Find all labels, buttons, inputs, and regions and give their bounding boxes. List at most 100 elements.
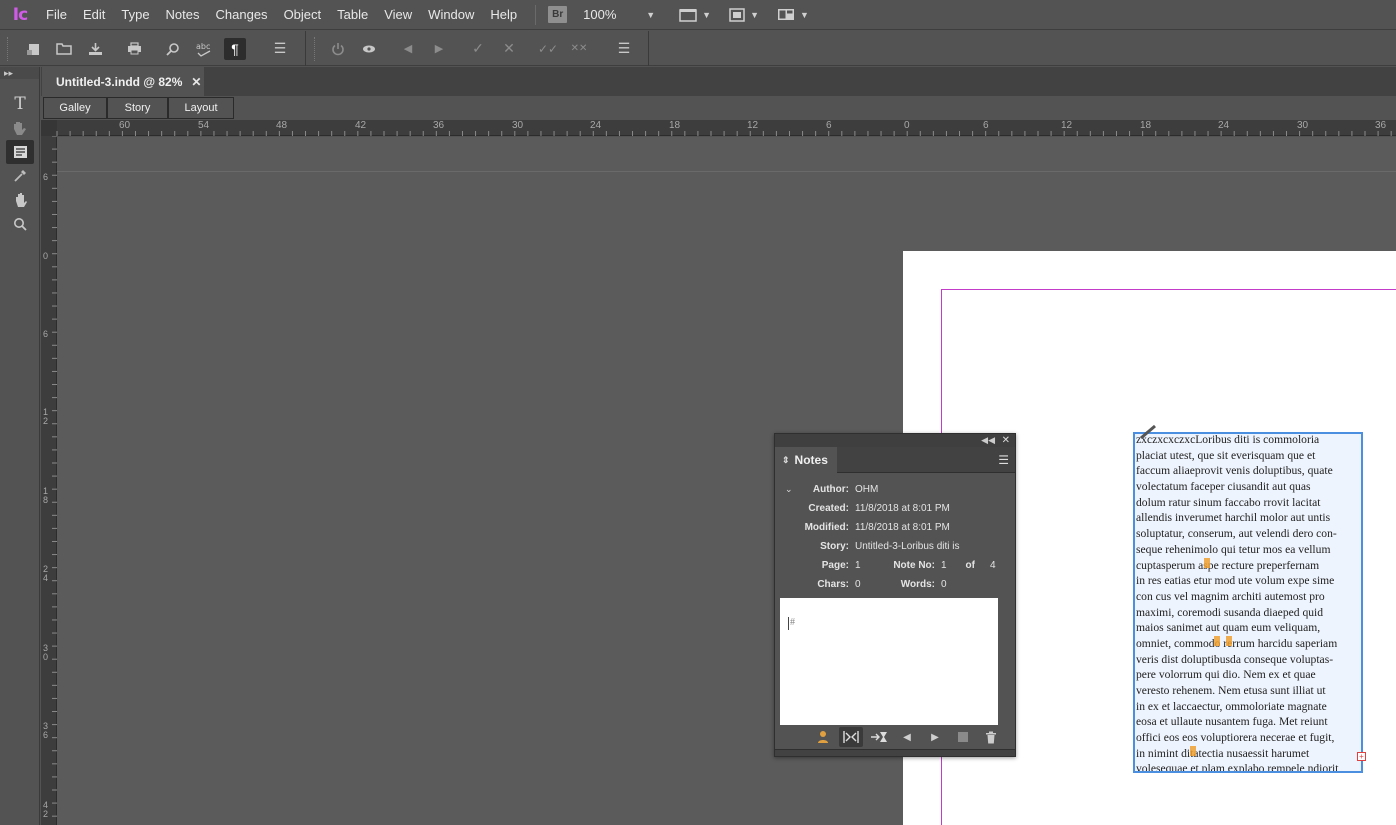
note-anchor-marker[interactable] [1190, 746, 1196, 756]
note-tool[interactable] [6, 140, 34, 164]
panel-resize-grip[interactable] [775, 749, 1015, 756]
reject-change-button[interactable]: ✕ [498, 38, 520, 60]
eyedropper-tool[interactable] [6, 164, 34, 188]
toolbar-menu-button[interactable]: ☰ [269, 38, 291, 60]
frame-text-line[interactable]: eosa et ullaute nusantem fuga. Met reiun… [1136, 714, 1361, 730]
track-changes-button[interactable] [327, 38, 349, 60]
screen-mode-button[interactable]: ▼ [679, 8, 711, 22]
next-change-button[interactable]: ▶ [428, 38, 450, 60]
note-anchor-marker[interactable] [1204, 558, 1210, 568]
reject-all-changes-button[interactable]: ✕✕ [568, 38, 590, 60]
note-anchor-marker[interactable] [1226, 636, 1232, 646]
menu-file[interactable]: File [40, 0, 75, 30]
bridge-button[interactable]: Br [548, 6, 568, 23]
position-tool[interactable] [6, 116, 34, 140]
frame-text-line[interactable]: in nimint ditatectia nusaessit harumet [1136, 746, 1361, 762]
show-changes-button[interactable] [358, 38, 380, 60]
frame-text-line[interactable]: dolum ratur sinum faccabo rrovit lacitat [1136, 495, 1361, 511]
toolbar-menu-button[interactable]: ☰ [613, 38, 635, 60]
story-label: Story: [820, 541, 849, 552]
tab-layout[interactable]: Layout [168, 97, 234, 119]
fit-view-button[interactable]: ▼ [729, 7, 759, 22]
frame-text-line[interactable]: in res eatias etur mod ute volum expe si… [1136, 573, 1361, 589]
text-frame[interactable]: zxczxcxczxcLoribus diti is commoloria pla… [1133, 432, 1363, 773]
document-tab[interactable]: Untitled-3.indd @ 82% ✕ [42, 67, 204, 96]
ruler-label: 24 [1218, 120, 1230, 131]
notes-panel-footer: ◀ ▶ [775, 725, 1015, 749]
frame-text-line[interactable]: pere volorrum qui dio. Nem ex et quae [1136, 667, 1361, 683]
new-story-button[interactable] [22, 38, 44, 60]
frame-text-line[interactable]: soluptatur, conserum, aut velendi dero c… [1136, 526, 1361, 542]
menu-object[interactable]: Object [276, 0, 330, 30]
accept-change-button[interactable]: ✓ [467, 38, 489, 60]
next-note-button[interactable]: ▶ [923, 727, 947, 747]
guide-line [57, 171, 1396, 172]
arrange-docs-icon [778, 9, 795, 20]
menu-changes[interactable]: Changes [208, 0, 276, 30]
frame-text-line[interactable]: placiat utest, que sit everisquam que et [1136, 448, 1361, 464]
tab-story[interactable]: Story [107, 97, 168, 119]
close-icon[interactable]: ✕ [1002, 434, 1010, 447]
vertical-ruler[interactable]: 6 0 6 1 2 1 8 2 4 3 0 3 6 4 2 [41, 136, 57, 825]
note-of-label: of [965, 560, 975, 571]
frame-text-line[interactable]: faccum aliaeprovit venis doluptibus, qua… [1136, 463, 1361, 479]
horizontal-ruler[interactable]: 60 54 48 42 36 30 24 18 12 6 0 6 12 18 2… [41, 120, 1396, 136]
hand-tool[interactable] [6, 188, 34, 212]
user-color-button[interactable] [811, 727, 835, 747]
frame-text-line[interactable]: zxczxcxczxcLoribus diti is commoloria [1136, 434, 1361, 448]
menu-window[interactable]: Window [420, 0, 482, 30]
zoom-select[interactable]: 100% ▼ [583, 7, 655, 22]
frame-text-line[interactable]: veresto rehenem. Nem etusa sunt illiat u… [1136, 683, 1361, 699]
tab-galley[interactable]: Galley [43, 97, 107, 119]
author-label: Author: [812, 484, 849, 495]
frame-text-line[interactable]: allendis inverumet harchil molor aut unt… [1136, 510, 1361, 526]
overset-text-icon[interactable]: + [1357, 752, 1366, 761]
spellcheck-button[interactable]: abc [193, 38, 215, 60]
split-note-button[interactable] [839, 727, 863, 747]
menu-view[interactable]: View [376, 0, 420, 30]
arrange-docs-button[interactable]: ▼ [777, 8, 809, 21]
frame-text-line[interactable]: veris dist doluptibusda conseque volupta… [1136, 652, 1361, 668]
menu-help[interactable]: Help [482, 0, 525, 30]
delete-note-button[interactable] [979, 727, 1003, 747]
move-text-into-note-button[interactable] [867, 727, 891, 747]
close-icon[interactable]: ✕ [191, 75, 201, 89]
zoom-tool[interactable] [6, 212, 34, 236]
tab-notes[interactable]: ⇕ Notes [775, 447, 837, 473]
type-tool[interactable]: T [6, 92, 34, 116]
menu-type[interactable]: Type [113, 0, 157, 30]
frame-text-line[interactable]: volectatum faceper ciusandit aut quas [1136, 479, 1361, 495]
collapse-panel-icon[interactable]: ◀◀ [981, 434, 995, 447]
note-text-area[interactable]: # [780, 598, 998, 725]
save-button[interactable] [84, 38, 106, 60]
new-note-button[interactable] [951, 727, 975, 747]
print-button[interactable] [123, 38, 145, 60]
ruler-label: 6 [43, 329, 49, 339]
previous-change-button[interactable]: ◀ [397, 38, 419, 60]
frame-text[interactable]: zxczxcxczxcLoribus diti is commoloria pla… [1135, 434, 1361, 771]
frame-text-line[interactable]: cuptasperum aspe recture preperfernam [1136, 558, 1361, 574]
frame-text-line[interactable]: seque rehenimolo qui tetur mos ea vellum [1136, 542, 1361, 558]
frame-text-line[interactable]: in ex et laccaectur, ommoloriate magnate [1136, 699, 1361, 715]
open-button[interactable] [53, 38, 75, 60]
previous-note-button[interactable]: ◀ [895, 727, 919, 747]
toolbar-grip[interactable] [7, 37, 12, 61]
panel-menu-icon[interactable]: ☰ [998, 453, 1009, 467]
find-button[interactable] [162, 38, 184, 60]
show-hidden-characters-button[interactable]: ¶ [224, 37, 246, 60]
toolbar-grip[interactable] [314, 37, 319, 61]
disclosure-chevron-icon[interactable]: ⌄ [785, 484, 793, 495]
frame-text-line[interactable]: omniet, commodo rerrum harcidu saperiam [1136, 636, 1361, 652]
accept-all-changes-button[interactable]: ✓✓ [537, 38, 559, 60]
panel-titlebar[interactable]: ◀◀ ✕ [775, 434, 1015, 447]
menu-table[interactable]: Table [329, 0, 376, 30]
note-anchor-marker[interactable] [1214, 636, 1220, 646]
menu-notes[interactable]: Notes [158, 0, 208, 30]
frame-text-line[interactable]: maximi, coremodi susanda diaeped quid [1136, 605, 1361, 621]
frame-text-line[interactable]: offici eos eos voluptiorera necerae et f… [1136, 730, 1361, 746]
panel-collapse-icon[interactable]: ▸▸ [0, 67, 39, 79]
frame-text-line[interactable]: volesequae et plam explabo rempele ndior… [1136, 761, 1361, 771]
frame-text-line[interactable]: con cus vel magnim architi autemost pro [1136, 589, 1361, 605]
menu-edit[interactable]: Edit [75, 0, 113, 30]
frame-text-line[interactable]: maios sanimet aut quam eum veliquam, [1136, 620, 1361, 636]
